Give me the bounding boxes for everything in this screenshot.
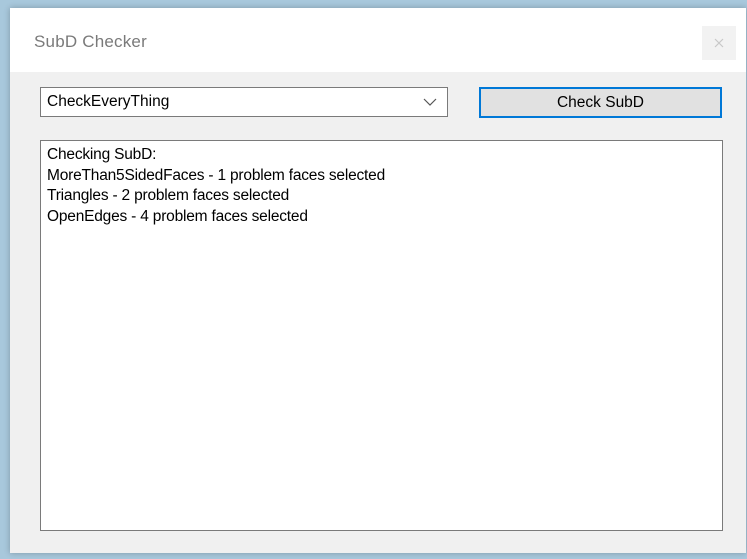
close-icon	[714, 38, 724, 48]
log-line: Checking SubD:	[47, 146, 157, 163]
log-line: OpenEdges - 4 problem faces selected	[47, 207, 308, 225]
check-mode-selected: CheckEveryThing	[47, 93, 170, 110]
log-line: Triangles - 2 problem faces selected	[47, 187, 290, 204]
check-subd-button[interactable]: Check SubD	[479, 87, 722, 118]
close-button[interactable]	[702, 26, 736, 60]
subd-checker-window: SubD Checker CheckEveryThing Check SubD …	[10, 8, 746, 553]
check-mode-dropdown[interactable]: CheckEveryThing	[40, 87, 448, 117]
log-line: MoreThan5SidedFaces - 1 problem faces se…	[47, 166, 386, 184]
window-title: SubD Checker	[34, 32, 147, 51]
output-log[interactable]: Checking SubD: MoreThan5SidedFaces - 1 p…	[40, 140, 723, 531]
title-bar[interactable]: SubD Checker	[10, 8, 746, 72]
chevron-down-icon	[423, 98, 437, 106]
